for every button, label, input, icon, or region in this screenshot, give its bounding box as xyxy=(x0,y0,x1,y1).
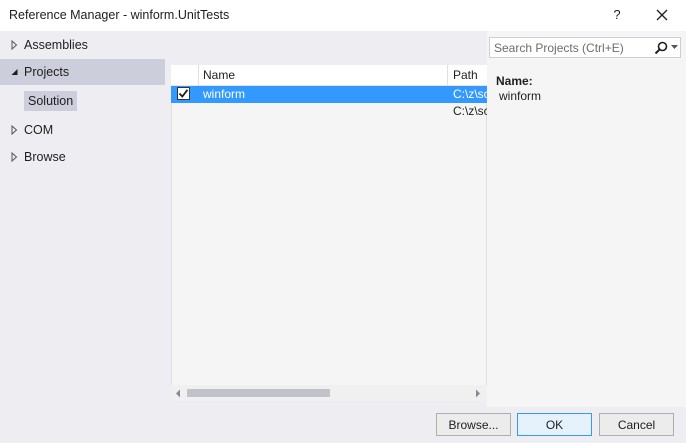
grid-header: Name Path xyxy=(171,65,487,86)
window-title: Reference Manager - winform.UnitTests xyxy=(9,8,230,22)
nav-panel: Assemblies Projects Solution COM Browse xyxy=(0,31,165,407)
chevron-down-icon[interactable] xyxy=(671,45,678,50)
help-button[interactable]: ? xyxy=(604,3,630,27)
nav-label: Browse xyxy=(24,150,66,164)
nav-item-assemblies[interactable]: Assemblies xyxy=(0,32,165,58)
collapse-arrow-icon xyxy=(11,69,18,75)
nav-item-com[interactable]: COM xyxy=(0,117,165,143)
row-name-cell: winform xyxy=(203,87,246,101)
detail-name-value: winform xyxy=(499,89,542,103)
scrollbar-thumb[interactable] xyxy=(187,389,330,397)
cancel-button[interactable]: Cancel xyxy=(599,413,674,436)
nav-item-projects[interactable]: Projects xyxy=(0,59,165,85)
close-button[interactable] xyxy=(649,3,675,27)
column-header-name[interactable]: Name xyxy=(203,68,235,82)
row-path-cell: C:\z\sc xyxy=(453,104,490,118)
expand-arrow-icon xyxy=(11,124,18,136)
row-path-cell: C:\z\sc xyxy=(453,87,490,101)
column-divider[interactable] xyxy=(198,65,199,86)
search-box[interactable] xyxy=(489,37,681,58)
browse-button[interactable]: Browse... xyxy=(436,413,511,436)
close-icon xyxy=(656,9,668,21)
expand-arrow-icon xyxy=(11,151,18,163)
column-header-path[interactable]: Path xyxy=(453,68,478,82)
expand-arrow-icon xyxy=(11,39,18,51)
nav-label: Projects xyxy=(24,65,70,79)
checkmark-icon xyxy=(178,89,189,98)
scroll-left-icon[interactable] xyxy=(174,389,182,398)
ok-button[interactable]: OK xyxy=(517,413,592,436)
row-checkbox[interactable] xyxy=(177,87,190,100)
search-icon[interactable] xyxy=(654,41,668,55)
nav-item-browse[interactable]: Browse xyxy=(0,144,165,170)
detail-name-label: Name: xyxy=(496,74,533,88)
scroll-right-icon[interactable] xyxy=(474,389,482,398)
nav-label: COM xyxy=(24,123,54,137)
search-input[interactable] xyxy=(494,40,644,56)
nav-label: Assemblies xyxy=(24,38,88,52)
projects-grid xyxy=(171,65,487,400)
column-divider[interactable] xyxy=(447,65,448,86)
nav-item-solution[interactable]: Solution xyxy=(24,91,78,111)
